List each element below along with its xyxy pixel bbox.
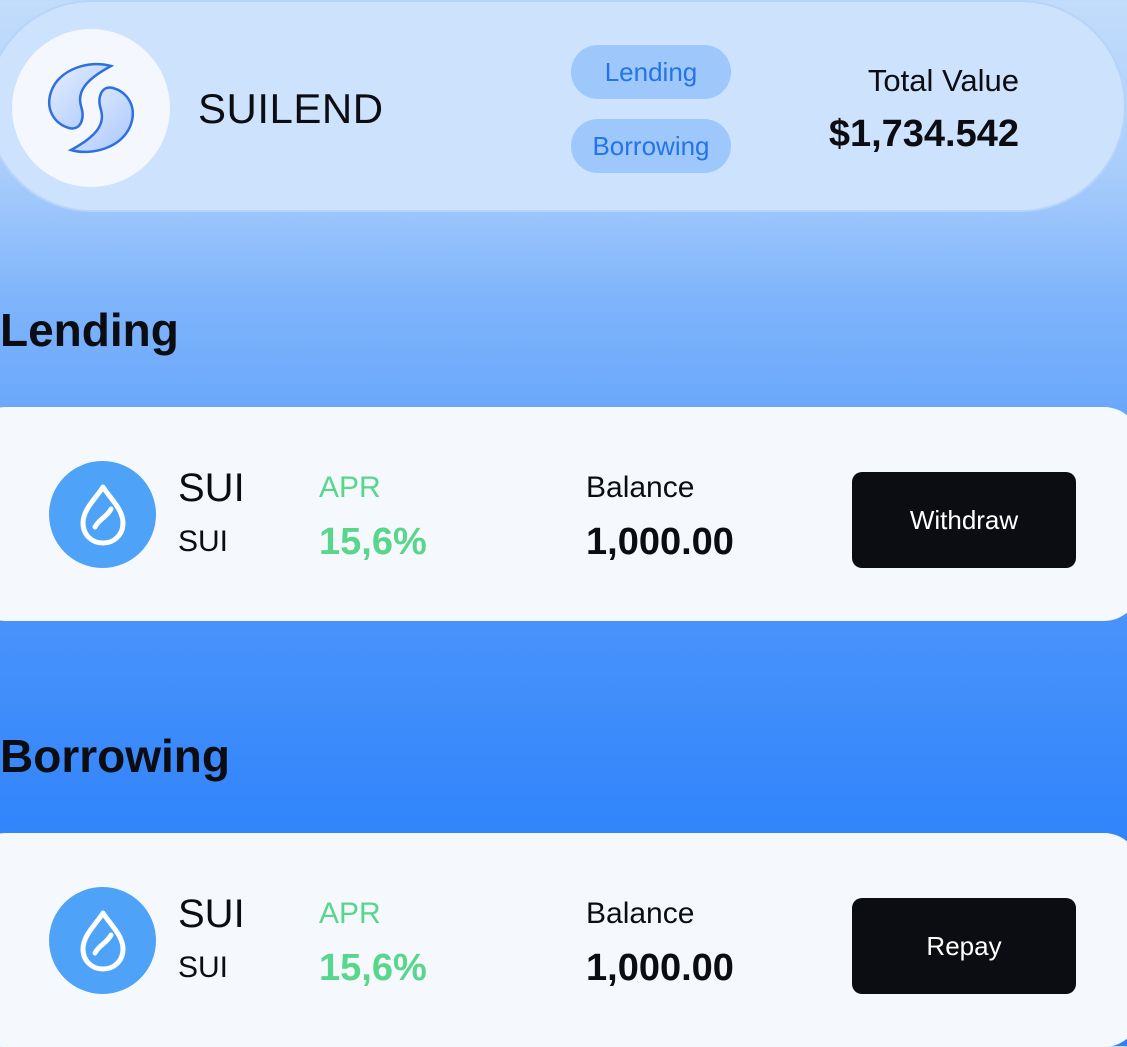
apr-value: 15,6% (319, 521, 427, 563)
brand-name: SUILEND (198, 85, 384, 132)
suilend-logo-icon (12, 29, 170, 187)
balance-value: 1,000.00 (586, 521, 734, 563)
lending-position-card: SUI SUI APR 15,6% Balance 1,000.00 Withd… (0, 407, 1127, 621)
lending-section-title: Lending (0, 304, 179, 356)
token-symbol: SUI (178, 892, 245, 936)
balance-value: 1,000.00 (586, 947, 734, 989)
sui-droplet-icon (49, 461, 156, 568)
apr-label: APR (319, 471, 381, 504)
balance-label: Balance (586, 897, 695, 930)
withdraw-button[interactable]: Withdraw (852, 472, 1076, 568)
token-symbol: SUI (178, 466, 245, 510)
sui-droplet-icon (49, 887, 156, 994)
apr-label: APR (319, 897, 381, 930)
borrowing-position-card: SUI SUI APR 15,6% Balance 1,000.00 Repay (0, 833, 1127, 1047)
total-value-amount: $1,734.542 (828, 113, 1019, 155)
nav-lending-button[interactable]: Lending (571, 45, 731, 99)
balance-label: Balance (586, 471, 695, 504)
token-name: SUI (178, 951, 229, 984)
total-value-label: Total Value (867, 63, 1019, 98)
nav-borrowing-button[interactable]: Borrowing (571, 119, 731, 173)
borrowing-section-title: Borrowing (0, 730, 230, 782)
apr-value: 15,6% (319, 947, 427, 989)
header-bar: SUILEND Lending Borrowing Total Value $1… (0, 0, 1126, 212)
token-name: SUI (178, 525, 229, 558)
repay-button[interactable]: Repay (852, 898, 1076, 994)
